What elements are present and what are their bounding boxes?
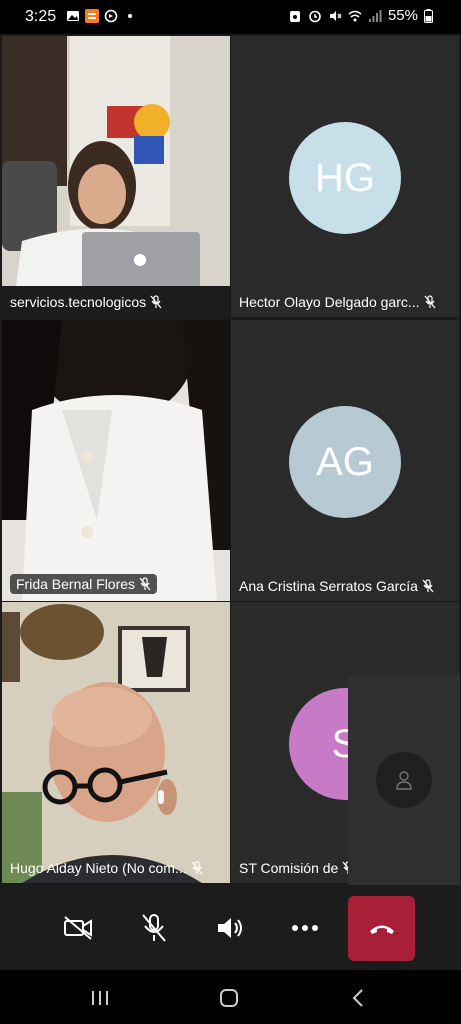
clock-icon: [309, 10, 321, 22]
mic-toggle-button[interactable]: [134, 905, 174, 951]
camera-off-icon: [64, 916, 92, 940]
self-view[interactable]: [348, 675, 460, 887]
speaker-button[interactable]: [210, 905, 250, 951]
participant-name-label: servicios.tecnologicos: [10, 294, 162, 310]
more-icon: [292, 925, 318, 931]
call-controls: [0, 885, 461, 970]
camera-toggle-button[interactable]: [58, 905, 98, 951]
person-icon: [396, 771, 412, 790]
alarm-icon: [289, 10, 300, 22]
participant-name-label: Frida Bernal Flores: [10, 574, 158, 594]
avatar: AG: [289, 406, 401, 518]
participant-name-label: Hector Olayo Delgado garc...: [239, 294, 436, 310]
battery-percent: 55%: [387, 7, 418, 24]
status-bar: 3:25 55%: [0, 0, 461, 34]
participant-tile[interactable]: HG Hector Olayo Delgado garc...: [231, 36, 459, 317]
app-icon: [85, 9, 99, 23]
participant-video: [2, 602, 230, 883]
participant-tile[interactable]: Hugo Alday Nieto (No com...: [2, 602, 230, 883]
battery-icon: [424, 8, 433, 23]
data-saver-icon: [104, 9, 118, 23]
participant-video: [2, 36, 230, 317]
signal-icon: [368, 9, 382, 22]
participant-name-label: Hugo Alday Nieto (No com...: [10, 860, 203, 876]
participant-tile[interactable]: Frida Bernal Flores: [2, 320, 230, 601]
self-avatar: [376, 752, 432, 808]
wifi-icon: [348, 10, 362, 21]
back-icon: [352, 989, 363, 1007]
home-button[interactable]: [209, 984, 249, 1012]
participant-tile[interactable]: AG Ana Cristina Serratos García: [231, 320, 459, 601]
mic-off-icon: [139, 577, 151, 591]
home-icon: [220, 989, 238, 1007]
speaker-icon: [218, 918, 242, 938]
mic-off-icon: [422, 579, 434, 593]
mic-off-icon: [191, 861, 203, 875]
mute-icon: [329, 10, 342, 21]
system-navigation-bar: [0, 970, 461, 1024]
image-icon: [67, 11, 79, 21]
participant-video: [2, 320, 230, 601]
hang-up-button[interactable]: [348, 896, 415, 961]
participant-tile[interactable]: servicios.tecnologicos: [2, 36, 230, 317]
mic-off-icon: [142, 914, 166, 942]
more-options-button[interactable]: [285, 905, 325, 951]
dot-icon: [128, 14, 132, 18]
mic-off-icon: [424, 295, 436, 309]
mic-off-icon: [150, 295, 162, 309]
avatar: HG: [289, 122, 401, 234]
back-button[interactable]: [338, 984, 378, 1012]
participant-name-label: Ana Cristina Serratos García: [239, 578, 434, 594]
participant-name-label: ST Comisión de: [239, 860, 354, 876]
recent-apps-icon: [92, 991, 108, 1005]
recent-apps-button[interactable]: [80, 984, 120, 1012]
status-time: 3:25: [25, 8, 57, 25]
hang-up-icon: [369, 925, 394, 934]
